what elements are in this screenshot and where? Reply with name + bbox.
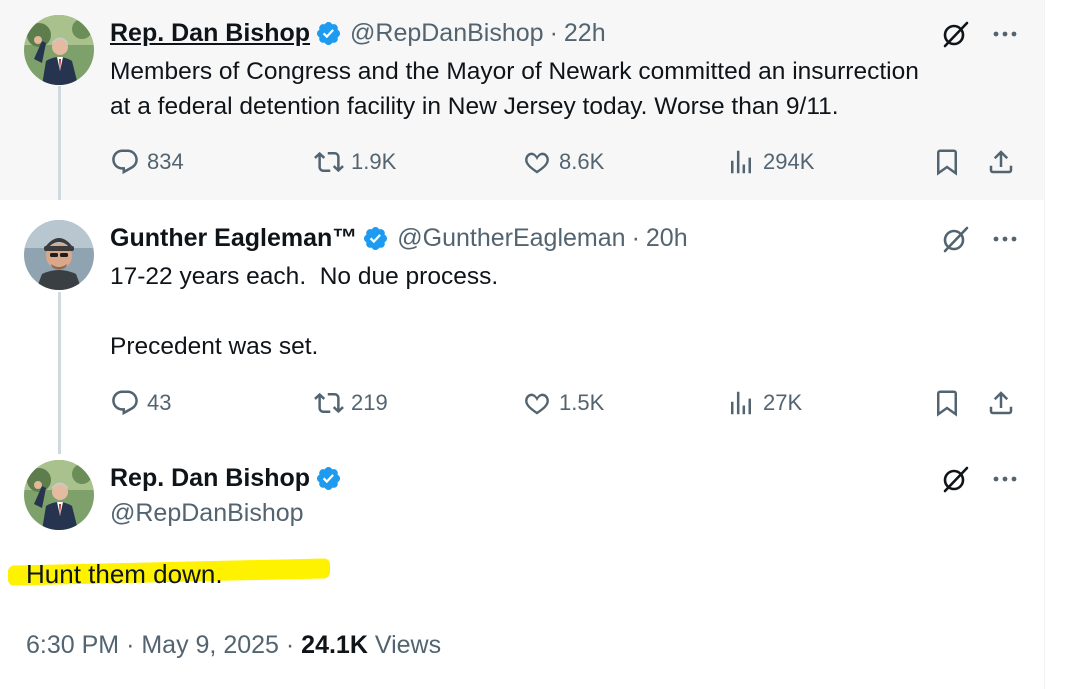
post-header: Gunther Eagleman™ @GuntherEagleman · 20h (110, 223, 688, 253)
more-options-icon[interactable] (990, 464, 1020, 494)
views-icon (731, 150, 751, 174)
bookmark-icon (937, 390, 957, 417)
bookmark-button[interactable] (932, 386, 962, 420)
separator-dot: · (549, 19, 558, 47)
author-handle[interactable]: @RepDanBishop (110, 498, 304, 528)
post-top-actions (940, 224, 1020, 254)
grok-icon[interactable] (940, 224, 970, 254)
separator-dot: · (126, 631, 135, 659)
views-button[interactable]: 27K (726, 386, 802, 420)
post-timestamp[interactable]: 6:30 PM (26, 631, 119, 659)
thread-connector-line (58, 292, 61, 454)
avatar-rep-dan-bishop[interactable] (24, 460, 94, 530)
views-count: 24.1K (301, 631, 368, 659)
verified-badge-icon[interactable] (315, 20, 342, 47)
verified-badge-icon[interactable] (362, 225, 389, 252)
post-text-line: Members of Congress and the Mayor of New… (110, 58, 919, 85)
post-text: Members of Congress and the Mayor of New… (110, 54, 919, 124)
avatar-image (24, 220, 94, 290)
reply-button[interactable]: 43 (110, 386, 171, 420)
like-icon (525, 393, 549, 415)
reply-count: 834 (147, 149, 184, 174)
repost-count: 1.9K (351, 149, 397, 174)
main-post-handle-row: @RepDanBishop (110, 498, 304, 528)
share-icon (989, 150, 1013, 174)
main-post-header: Rep. Dan Bishop (110, 463, 350, 493)
avatar-image (24, 460, 94, 530)
like-button[interactable]: 1.5K (522, 386, 604, 420)
post-header: Rep. Dan Bishop @RepDanBishop · 22h (110, 18, 606, 48)
main-post-text: Hunt them down. (26, 559, 223, 589)
repost-button[interactable]: 219 (314, 386, 388, 420)
thread-connector-line (58, 86, 61, 200)
grok-icon[interactable] (940, 464, 970, 494)
bookmark-button[interactable] (932, 145, 962, 179)
share-button[interactable] (986, 145, 1016, 179)
grok-icon[interactable] (940, 19, 970, 49)
reply-button[interactable]: 834 (110, 145, 184, 179)
views-icon (731, 391, 751, 415)
reply-count: 43 (147, 390, 172, 415)
thread-view: Rep. Dan Bishop @RepDanBishop · 22h Memb… (0, 0, 1069, 689)
post-text-line: 17-22 years each. No due process. (110, 263, 499, 290)
repost-icon (314, 151, 344, 173)
verified-badge-icon[interactable] (315, 465, 342, 492)
views-count: 294K (763, 149, 815, 174)
post-time[interactable]: 22h (564, 18, 606, 48)
reply-icon (112, 390, 138, 416)
post-actions-bar: 834 1.9K 8.6K 294K (0, 145, 1044, 179)
post-meta: 6:30 PM · May 9, 2025 · 24.1K Views (26, 629, 441, 661)
more-options-icon[interactable] (990, 19, 1020, 49)
column-border (1044, 0, 1045, 689)
views-count: 27K (763, 390, 803, 415)
views-button[interactable]: 294K (726, 145, 814, 179)
author-name[interactable]: Rep. Dan Bishop (110, 463, 310, 493)
post-text: 17-22 years each. No due process. Preced… (110, 259, 498, 364)
post-text-line (110, 294, 498, 329)
avatar-rep-dan-bishop[interactable] (24, 15, 94, 85)
avatar-gunther-eagleman[interactable] (24, 220, 94, 290)
post-top-actions (940, 464, 1020, 494)
bookmark-icon (937, 149, 957, 176)
post-text-line: Precedent was set. (110, 333, 319, 360)
post-text-line: at a federal detention facility in New J… (110, 93, 839, 120)
repost-icon (314, 392, 344, 414)
post-top-actions (940, 19, 1020, 49)
repost-count: 219 (351, 390, 388, 415)
more-options-icon[interactable] (990, 224, 1020, 254)
like-icon (525, 152, 549, 174)
like-button[interactable]: 8.6K (522, 145, 604, 179)
post-date[interactable]: May 9, 2025 (141, 631, 279, 659)
avatar-image (24, 15, 94, 85)
separator-dot: · (285, 631, 295, 659)
like-count: 8.6K (559, 149, 605, 174)
views-label: Views (374, 631, 442, 659)
reply-icon (112, 149, 138, 175)
share-button[interactable] (986, 386, 1016, 420)
repost-button[interactable]: 1.9K (314, 145, 396, 179)
post-actions-bar: 43 219 1.5K 27K (0, 386, 1044, 420)
author-name[interactable]: Gunther Eagleman™ (110, 223, 357, 253)
share-icon (989, 391, 1013, 415)
author-handle[interactable]: @GuntherEagleman (397, 223, 625, 253)
author-name[interactable]: Rep. Dan Bishop (110, 18, 310, 48)
author-handle[interactable]: @RepDanBishop (350, 18, 544, 48)
like-count: 1.5K (559, 390, 605, 415)
post-time[interactable]: 20h (646, 223, 688, 253)
separator-dot: · (631, 224, 640, 252)
